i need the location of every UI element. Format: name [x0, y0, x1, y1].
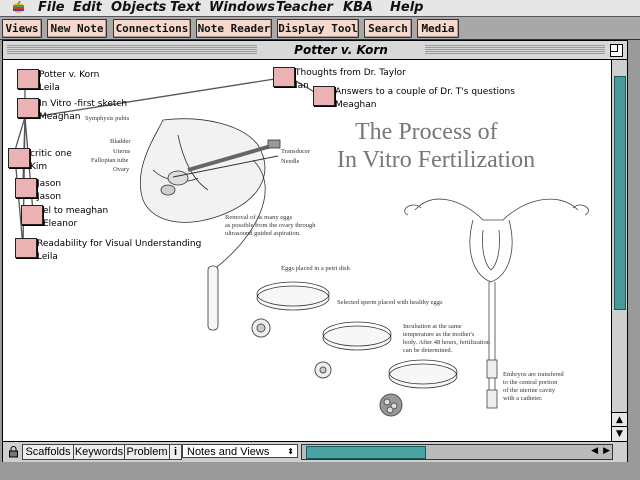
- note-label[interactable]: Jason Jason: [37, 178, 61, 204]
- select-arrows-icon: ⬍: [287, 447, 294, 456]
- note-author: Jason: [37, 192, 62, 202]
- caption-line: Eggs placed in a petri dish: [281, 265, 350, 272]
- menu-help[interactable]: Help: [390, 0, 423, 16]
- caption-line: Selected sperm placed with healthy eggs: [337, 299, 443, 306]
- views-button[interactable]: Views: [2, 19, 42, 38]
- note-author: Meaghan: [39, 112, 81, 122]
- scroll-up-arrow-icon[interactable]: ▲: [612, 412, 627, 427]
- caption-line: as possible from the ovary through: [225, 222, 316, 229]
- caption-line: temperature as the mother's: [403, 331, 475, 338]
- note-node-icon[interactable]: [21, 205, 43, 225]
- label-fallopian: Fallopian tube: [91, 157, 129, 164]
- view-select[interactable]: Notes and Views ⬍: [182, 444, 298, 458]
- caption-eggs: Eggs placed in a petri dish: [281, 265, 350, 273]
- caption-line: to the central portion: [503, 379, 558, 386]
- menu-edit[interactable]: Edit: [73, 0, 102, 16]
- caption-line: Embryos are transfered: [503, 371, 564, 378]
- menu-text[interactable]: Text: [170, 0, 201, 16]
- menu-file[interactable]: File: [38, 0, 65, 16]
- connections-button[interactable]: Connections: [113, 19, 191, 38]
- label-uterus: Uterus: [113, 148, 131, 155]
- note-title: Potter v. Korn: [39, 70, 100, 80]
- zoom-box-icon[interactable]: [610, 44, 623, 57]
- note-node-icon[interactable]: [313, 86, 335, 106]
- note-title: In Vitro -first sketch: [39, 99, 128, 109]
- note-author: Eleanor: [43, 219, 78, 229]
- note-author: Meaghan: [335, 100, 377, 110]
- label-needle: Needle: [281, 158, 300, 165]
- menu-windows[interactable]: Windows: [209, 0, 275, 16]
- window-title-bar[interactable]: Potter v. Korn: [3, 41, 627, 60]
- illustration-title-line2: In Vitro Fertilization: [337, 147, 536, 173]
- note-label[interactable]: In Vitro -first sketch Meaghan: [39, 98, 127, 124]
- note-title: Readability for Visual Understanding: [37, 239, 202, 249]
- note-author: Leila: [37, 252, 58, 262]
- caption-line: Removal of as many eggs: [225, 214, 293, 221]
- note-title: el to meaghan: [43, 206, 109, 216]
- document-window: Potter v. Korn The Process of In Vitro F…: [2, 40, 628, 462]
- search-button[interactable]: Search: [364, 19, 412, 38]
- label-ovary: Ovary: [113, 166, 130, 173]
- menu-objects[interactable]: Objects: [111, 0, 166, 16]
- toolbar: Views New Note Connections Note Reader D…: [0, 17, 640, 40]
- note-node-icon[interactable]: [8, 148, 30, 168]
- note-reader-button[interactable]: Note Reader: [196, 19, 272, 38]
- label-bladder: Bladder: [110, 138, 131, 145]
- problem-button[interactable]: Problem: [124, 444, 170, 460]
- horizontal-scroll-thumb[interactable]: [306, 446, 426, 459]
- menu-bar: File Edit Objects Text Windows Teacher K…: [0, 0, 640, 17]
- note-title: Thoughts from Dr. Taylor: [295, 68, 406, 78]
- caption-line: body. After 48 hours, fertilization: [403, 339, 490, 346]
- menu-teacher[interactable]: Teacher: [276, 0, 333, 16]
- note-node-icon[interactable]: [17, 69, 39, 89]
- note-title: critic one: [30, 149, 72, 159]
- note-node-icon[interactable]: [273, 67, 295, 87]
- window-title: Potter v. Korn: [261, 41, 421, 59]
- note-author: Kim: [30, 162, 48, 172]
- note-title: Jason: [37, 179, 62, 189]
- scroll-down-arrow-icon[interactable]: ▼: [612, 426, 627, 441]
- caption-line: Incubation at the same: [403, 323, 462, 330]
- note-label[interactable]: Answers to a couple of Dr. T's questions…: [335, 86, 515, 112]
- info-button[interactable]: i: [169, 444, 182, 460]
- caption-sperm: Selected sperm placed with healthy eggs: [337, 299, 443, 307]
- note-node-icon[interactable]: [15, 178, 37, 198]
- horizontal-scrollbar[interactable]: ◀ ▶: [301, 444, 613, 460]
- title-bar-stripes: [7, 45, 257, 55]
- apple-menu-icon[interactable]: [12, 1, 25, 14]
- caption-line: with a catheter.: [503, 395, 543, 402]
- scroll-right-arrow-icon[interactable]: ▶: [603, 445, 610, 458]
- illustration-title: The Process of In Vitro Fertilization: [337, 118, 535, 174]
- illustration-title-line1: The Process of: [355, 119, 498, 145]
- vertical-scroll-thumb[interactable]: [614, 76, 626, 310]
- keywords-button[interactable]: Keywords: [73, 444, 125, 460]
- lock-icon[interactable]: [8, 445, 19, 458]
- note-label[interactable]: critic one Kim: [30, 148, 72, 174]
- media-button[interactable]: Media: [417, 19, 459, 38]
- display-tool-button[interactable]: Display Tool: [277, 19, 359, 38]
- scaffolds-button[interactable]: Scaffolds: [22, 444, 74, 460]
- note-author: Leila: [39, 83, 60, 93]
- caption-line: ultrasound guided aspiration.: [225, 230, 301, 237]
- label-transducer: Transducer: [281, 148, 311, 155]
- view-select-value: Notes and Views: [187, 446, 270, 458]
- caption-line: can be determined.: [403, 347, 453, 354]
- new-note-button[interactable]: New Note: [47, 19, 107, 38]
- map-canvas[interactable]: The Process of In Vitro Fertilization Sy…: [3, 60, 611, 441]
- caption-line: of the uterine cavity: [503, 387, 556, 394]
- caption-incubation: Incubation at the same temperature as th…: [403, 323, 490, 355]
- title-bar-stripes: [425, 45, 605, 55]
- note-node-icon[interactable]: [17, 98, 39, 118]
- note-label[interactable]: Readability for Visual Understanding Lei…: [37, 238, 201, 264]
- caption-embryos: Embryos are transfered to the central po…: [503, 371, 564, 403]
- caption-removal: Removal of as many eggs as possible from…: [225, 214, 315, 238]
- bottom-bar: Scaffolds Keywords Problem i Notes and V…: [3, 441, 627, 462]
- scroll-left-arrow-icon[interactable]: ◀: [591, 445, 598, 458]
- menu-kba[interactable]: KBA: [343, 0, 373, 16]
- note-title: Answers to a couple of Dr. T's questions: [335, 87, 515, 97]
- vertical-scrollbar[interactable]: ▲ ▼: [611, 60, 627, 441]
- note-node-icon[interactable]: [15, 238, 37, 258]
- note-label[interactable]: Potter v. Korn Leila: [39, 69, 99, 95]
- note-label[interactable]: el to meaghan Eleanor: [43, 205, 108, 231]
